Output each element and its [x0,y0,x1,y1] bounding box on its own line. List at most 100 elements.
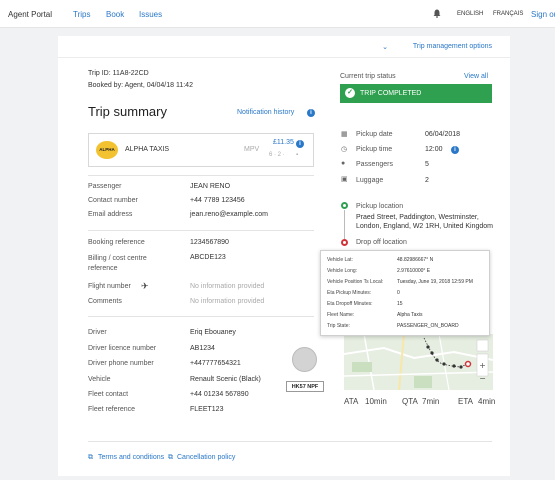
nav-link-issues[interactable]: Issues [139,10,162,19]
nav-link-trips[interactable]: Trips [73,10,90,19]
capacity-summary: 6 · 2 · [269,152,285,158]
top-nav: Agent Portal Trips Book Issues ENGLISH F… [0,0,555,28]
divider [88,175,314,176]
booking-reference-value: 1234567890 [190,239,229,246]
fleet-contact-value: +44 01234 567890 [190,391,249,398]
email-label: Email address [88,211,133,218]
supplier-price: £11.35 [273,139,294,146]
svg-text:+: + [479,361,486,370]
pickup-location-label: Pickup location [356,203,404,210]
chevron-down-icon: ⌄ [382,44,388,51]
booked-by: Booked by: Agent, 04/04/18 11:42 [88,82,193,89]
qta-label: QTA [402,397,418,406]
license-plate: HK57 NPF [286,381,324,392]
contact-number-label: Contact number [88,197,138,204]
notification-history-link[interactable]: Notification history [237,109,294,116]
pickup-marker-icon [341,202,348,209]
pickup-time-value: 12:00 [425,146,443,153]
route-map[interactable]: + − [344,334,493,390]
passengers-value: 5 [425,161,429,168]
passengers-label: Passengers [356,161,393,168]
tooltip-value: 15 [397,301,403,307]
trip-management-toggle[interactable]: Trip management options [413,43,492,50]
booking-reference-label: Booking reference [88,239,145,246]
lang-french[interactable]: FRANÇAIS [493,11,523,17]
bell-icon[interactable] [433,9,441,18]
tooltip-value: 0 [397,290,400,296]
tooltip-key: Eta Pickup Minutes: [327,290,372,296]
map-canvas: + − [344,334,493,390]
ata-value: 10min [365,397,387,406]
nav-link-book[interactable]: Book [106,10,124,19]
luggage-small-icon: ▪ [296,152,299,158]
trip-management-bar[interactable]: ⌄ Trip management options [58,36,510,58]
fleet-reference-label: Fleet reference [88,406,136,413]
passenger-value: JEAN RENO [190,183,231,190]
supplier-logo: ALPHA [96,141,118,159]
vehicle-value: Renault Scenic (Black) [190,376,261,383]
driver-value: Eriq Ebouaney [190,329,236,336]
divider [88,230,314,231]
billing-reference-label: Billing / cost centre reference [88,255,147,272]
tooltip-key: Eta Dropoff Minutes: [327,301,373,307]
pickup-time-label: Pickup time [356,146,393,153]
lang-english[interactable]: ENGLISH [457,11,483,17]
external-link-icon: ⧉ [168,454,173,461]
luggage-icon: ▣ [341,176,348,183]
cancellation-policy-link[interactable]: Cancellation policy [177,454,235,461]
trip-status-bar: ✓ TRIP COMPLETED [340,84,492,103]
tooltip-value: Tuesday, June 19, 2018 12:59 PM [397,279,473,285]
airplane-icon: ✈ [141,281,149,291]
flight-number-value: No information provided [190,283,265,290]
tooltip-value: 48.82986667° N [397,257,434,263]
fleet-contact-label: Fleet contact [88,391,129,398]
driver-licence-label: Driver licence number [88,345,157,352]
trip-status-value: TRIP COMPLETED [360,90,422,97]
luggage-label: Luggage [356,177,384,184]
dropoff-location-label: Drop off location [356,239,407,246]
tooltip-key: Vehicle Lat: [327,257,353,263]
terms-link[interactable]: Terms and conditions [98,454,164,461]
sign-out-link[interactable]: Sign ou [531,10,555,19]
tooltip-key: Trip State: [327,323,350,329]
contact-number-value: +44 7789 123456 [190,197,245,204]
comments-label: Comments [88,298,122,305]
driver-phone-value: +447777654321 [190,360,241,367]
pickup-time-info-icon[interactable]: i [451,146,459,154]
current-status-label: Current trip status [340,73,396,80]
eta-value: 4min [478,397,496,406]
passenger-label: Passenger [88,183,122,190]
fleet-reference-value: FLEET123 [190,406,224,413]
route-line [344,210,345,240]
tooltip-key: Vehicle Position Ts Local: [327,279,384,285]
tooltip-value: PASSENGER_ON_BOARD [397,323,459,329]
external-link-icon: ⧉ [88,454,93,461]
view-all-link[interactable]: View all [464,73,488,80]
dropoff-marker-icon [341,239,348,246]
supplier-name: ALPHA TAXIS [125,146,170,153]
tooltip-value: Alpha Taxis [397,312,423,318]
billing-reference-value: ABCDE123 [190,254,226,261]
luggage-value: 2 [425,177,429,184]
vehicle-label: Vehicle [88,376,111,383]
divider [88,316,314,317]
driver-licence-value: AB1234 [190,345,215,352]
price-info-icon[interactable]: i [296,140,304,148]
flight-number-label: Flight number [88,283,131,290]
ata-label: ATA [344,397,359,406]
vehicle-tooltip: Vehicle Lat: 48.82986667° N Vehicle Long… [320,250,490,336]
tooltip-key: Vehicle Long: [327,268,358,274]
email-value: jean.reno@example.com [190,211,268,218]
tooltip-key: Fleet Name: [327,312,355,318]
tooltip-value: 2.97610000° E [397,268,431,274]
qta-value: 7min [422,397,440,406]
info-icon[interactable]: i [307,109,315,117]
clock-icon: ◷ [341,146,348,153]
svg-text:−: − [479,374,486,383]
driver-avatar [292,347,317,372]
person-icon: ● [341,160,346,167]
app-brand[interactable]: Agent Portal [8,10,52,19]
check-icon: ✓ [345,88,355,98]
pickup-date-value: 06/04/2018 [425,131,461,138]
trip-id: Trip ID: 11A8-22CD [88,70,149,77]
